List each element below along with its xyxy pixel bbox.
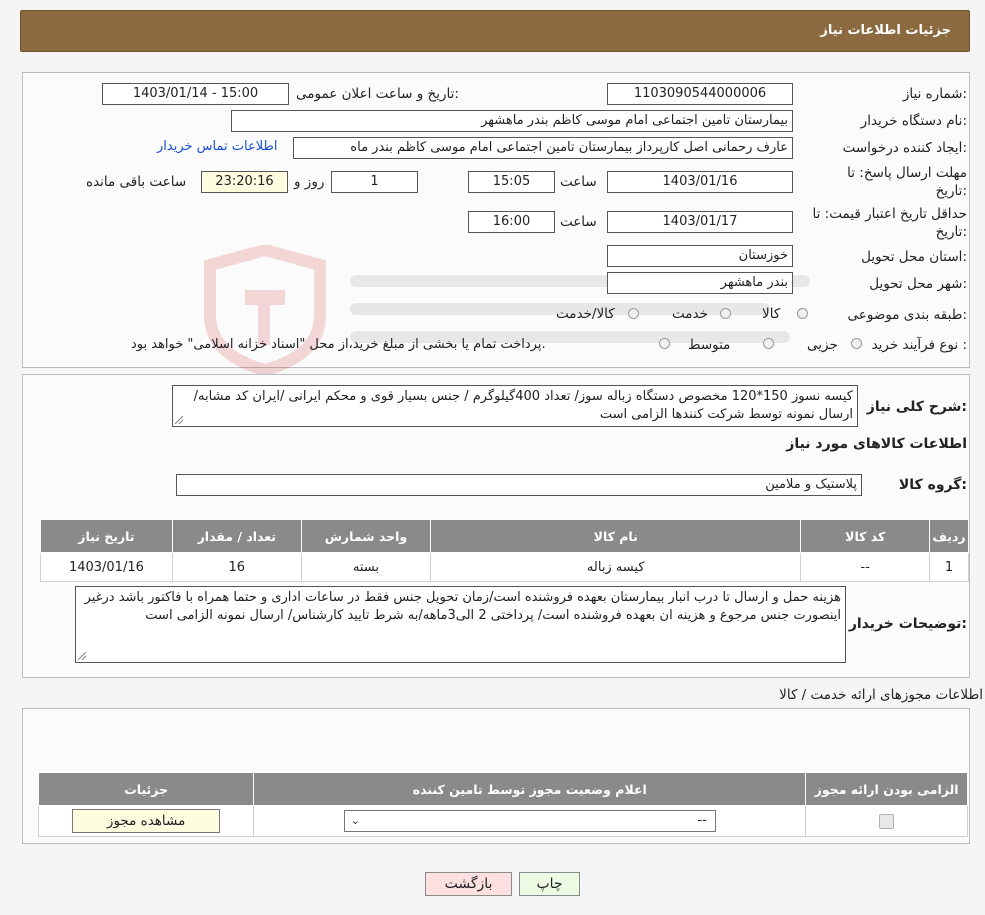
- validity-time-label: ساعت: [560, 214, 597, 230]
- requester-field: عارف رحمانی اصل کارپرداز بیمارستان تامین…: [293, 137, 793, 159]
- col-qty: تعداد / مقدار: [171, 519, 302, 553]
- resize-grip-icon[interactable]: [175, 416, 183, 424]
- cell-unit: بسته: [300, 552, 432, 582]
- permit-status-value: --: [697, 813, 707, 828]
- reply-deadline-label-date: تاریخ:: [935, 183, 967, 199]
- cell-permit-details: مشاهده مجوز: [37, 805, 255, 837]
- days-label: روز و: [294, 174, 325, 190]
- col-name: نام کالا: [430, 519, 802, 553]
- buyer-notes-textarea: هزینه حمل و ارسال تا درب انبار بیمارستان…: [75, 586, 846, 663]
- process-radio-medium[interactable]: [763, 338, 774, 349]
- back-button[interactable]: بازگشت: [425, 872, 512, 896]
- col-row: ردیف: [929, 519, 969, 553]
- price-validity-label: حداقل تاریخ اعتبار قیمت: تا: [812, 206, 967, 222]
- province-label: استان محل تحویل:: [861, 249, 967, 265]
- col-code: کد کالا: [800, 519, 931, 553]
- chevron-down-icon: ⌄: [350, 814, 360, 827]
- col-permit-required: الزامی بودن ارائه مجوز: [805, 772, 968, 806]
- province-field: خوزستان: [607, 245, 793, 267]
- process-option-medium: متوسط: [688, 337, 731, 353]
- permits-table: الزامی بودن ارائه مجوز اعلام وضعیت مجوز …: [37, 772, 968, 837]
- remaining-time-label: ساعت باقی مانده: [86, 174, 187, 190]
- col-unit: واحد شمارش: [300, 519, 432, 553]
- permits-table-header: الزامی بودن ارائه مجوز اعلام وضعیت مجوز …: [37, 772, 968, 806]
- table-row: -- ⌄ مشاهده مجوز: [37, 805, 968, 837]
- goods-table: ردیف کد کالا نام کالا واحد شمارش تعداد /…: [40, 519, 969, 582]
- buyer-notes-text: هزینه حمل و ارسال تا درب انبار بیمارستان…: [84, 590, 841, 623]
- category-radio-service[interactable]: [720, 308, 731, 319]
- page-title: جزئیات اطلاعات نیاز: [820, 23, 951, 38]
- price-validity-label-date: تاریخ:: [935, 224, 967, 240]
- cell-permit-required: [805, 805, 968, 837]
- permits-title: اطلاعات مجوزهای ارائه خدمت / کالا: [779, 687, 983, 703]
- cell-qty: 16: [171, 552, 302, 582]
- city-field: بندر ماهشهر: [607, 272, 793, 294]
- requester-label: ایجاد کننده درخواست:: [842, 140, 967, 156]
- buyer-notes-label: توضیحات خریدار:: [848, 616, 967, 632]
- cell-date: 1403/01/16: [40, 552, 173, 582]
- category-label: طبقه بندی موضوعی:: [847, 307, 967, 323]
- category-option-goods-service: کالا/خدمت: [556, 306, 615, 322]
- buyer-contact-link[interactable]: اطلاعات تماس خریدار: [157, 139, 277, 154]
- view-permit-button[interactable]: مشاهده مجوز: [72, 809, 221, 833]
- category-option-goods: کالا: [762, 306, 781, 322]
- cell-code: --: [800, 552, 931, 582]
- permit-status-select[interactable]: -- ⌄: [343, 810, 716, 832]
- need-summary-label: شرح کلی نیاز:: [866, 399, 967, 415]
- reply-time-label: ساعت: [560, 174, 597, 190]
- page-header: جزئیات اطلاعات نیاز: [20, 10, 970, 52]
- need-summary-text: کیسه نسوز 150*120 مخصوص دستگاه زباله سوز…: [193, 389, 853, 422]
- category-option-service: خدمت: [672, 306, 708, 322]
- validity-date-field: 1403/01/17: [607, 211, 793, 233]
- reply-date-field: 1403/01/16: [607, 171, 793, 193]
- col-permit-status: اعلام وضعیت مجوز توسط تامین کننده: [253, 772, 807, 806]
- process-treasury-checkbox[interactable]: [659, 338, 670, 349]
- print-button[interactable]: چاپ: [519, 872, 580, 896]
- resize-grip-icon[interactable]: [78, 652, 86, 660]
- reply-time-field: 15:05: [468, 171, 555, 193]
- category-radio-goods-service[interactable]: [628, 308, 639, 319]
- col-permit-details: جزئیات: [37, 772, 255, 806]
- reply-deadline-label: مهلت ارسال پاسخ: تا: [847, 165, 967, 181]
- process-radio-minor[interactable]: [851, 338, 862, 349]
- announce-datetime-label: تاریخ و ساعت اعلان عمومی:: [296, 86, 459, 102]
- cell-name: کیسه زباله: [430, 552, 802, 582]
- city-label: شهر محل تحویل:: [869, 276, 967, 292]
- goods-info-title: اطلاعات کالاهای مورد نیاز: [786, 436, 967, 452]
- remaining-time-field: 23:20:16: [201, 171, 288, 193]
- process-label: نوع فرآیند خرید :: [871, 337, 967, 353]
- table-row: 1 -- کیسه زباله بسته 16 1403/01/16: [40, 552, 969, 582]
- goods-group-label: گروه کالا:: [898, 477, 967, 493]
- need-number-field: 1103090544000006: [607, 83, 793, 105]
- validity-time-field: 16:00: [468, 211, 555, 233]
- buyer-org-field: بیمارستان تامین اجتماعی امام موسی کاظم ب…: [231, 110, 793, 132]
- process-option-minor: جزیی: [807, 337, 838, 353]
- cell-row: 1: [929, 552, 969, 582]
- goods-group-field: پلاستیک و ملامین: [176, 474, 862, 496]
- col-date: تاریخ نیاز: [40, 519, 173, 553]
- remaining-days-field: 1: [331, 171, 418, 193]
- buyer-org-label: نام دستگاه خریدار:: [860, 113, 967, 129]
- process-treasury-note: پرداخت تمام یا بخشی از مبلغ خرید،از محل …: [131, 337, 546, 352]
- announce-datetime-field: 1403/01/14 - 15:00: [102, 83, 289, 105]
- category-radio-goods[interactable]: [797, 308, 808, 319]
- permit-required-checkbox: [879, 813, 895, 829]
- cell-permit-status: -- ⌄: [253, 805, 807, 837]
- goods-table-header: ردیف کد کالا نام کالا واحد شمارش تعداد /…: [40, 519, 969, 553]
- need-number-label: شماره نیاز:: [902, 86, 967, 102]
- need-summary-textarea: کیسه نسوز 150*120 مخصوص دستگاه زباله سوز…: [172, 385, 858, 427]
